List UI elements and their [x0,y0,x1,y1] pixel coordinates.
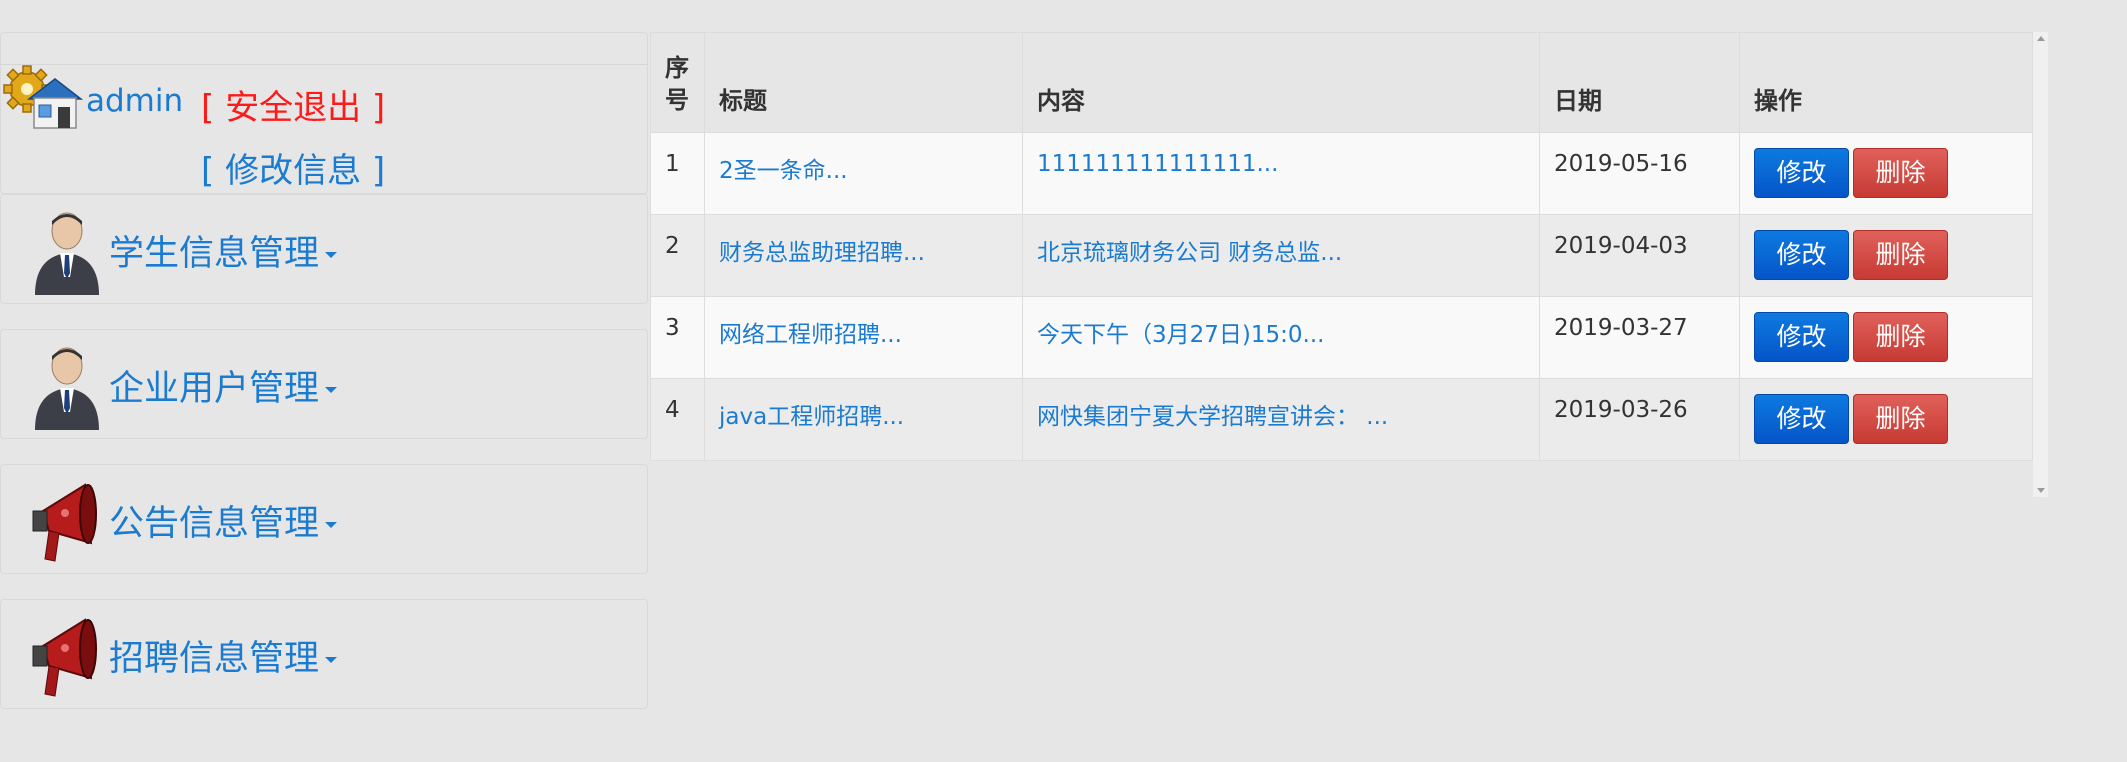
cell-title: 财务总监助理招聘... [704,214,1023,297]
cell-ops: 修改 删除 [1739,214,2033,297]
content-link[interactable]: 北京琉璃财务公司 财务总监... [1037,240,1342,266]
title-link[interactable]: java工程师招聘... [719,404,904,430]
table-header-row: 序号 标题 内容 日期 操作 [650,32,2033,133]
table-row: 4 java工程师招聘... 网快集团宁夏大学招聘宣讲会： ... 2019-0… [650,378,2033,461]
megaphone-icon [32,618,97,697]
content-link[interactable]: 网快集团宁夏大学招聘宣讲会： ... [1037,404,1388,430]
edit-info-link[interactable]: [ 修改信息 ] [201,143,385,192]
cell-content: 今天下午（3月27日)15:0... [1022,296,1540,379]
recruitment-table-container: 序号 标题 内容 日期 操作 1 2圣一条命... 11111111111111… [650,32,2033,461]
cell-seq: 1 [650,132,705,215]
delete-button[interactable]: 删除 [1853,230,1948,280]
sidebar: admin [ 安全退出 ] [ 修改信息 ] 学生信息管理 企业用户管理 公告… [0,32,648,709]
table-row: 3 网络工程师招聘... 今天下午（3月27日)15:0... 2019-03-… [650,296,2033,379]
column-header-ops: 操作 [1739,32,2033,133]
column-header-title: 标题 [704,32,1023,133]
megaphone-icon [32,483,97,562]
cell-seq: 3 [650,296,705,379]
caret-down-icon [325,387,338,393]
cell-title: 2圣一条命... [704,132,1023,215]
person-icon [35,347,99,430]
home-settings-icon [3,65,83,129]
cell-date: 2019-03-27 [1539,296,1740,379]
scroll-up-arrow-icon[interactable] [2037,36,2045,41]
vertical-scrollbar[interactable] [2033,32,2048,497]
content-link[interactable]: 111111111111111... [1037,151,1278,177]
cell-content: 网快集团宁夏大学招聘宣讲会： ... [1022,378,1540,461]
cell-seq: 2 [650,214,705,297]
cell-date: 2019-04-03 [1539,214,1740,297]
logout-link[interactable]: [ 安全退出 ] [201,80,385,129]
title-link[interactable]: 2圣一条命... [719,158,848,184]
sidebar-item-enterprise-users[interactable]: 企业用户管理 [0,329,648,439]
cell-date: 2019-03-26 [1539,378,1740,461]
cell-content: 北京琉璃财务公司 财务总监... [1022,214,1540,297]
cell-title: 网络工程师招聘... [704,296,1023,379]
scroll-down-arrow-icon[interactable] [2037,488,2045,493]
edit-button[interactable]: 修改 [1754,148,1849,198]
cell-ops: 修改 删除 [1739,132,2033,215]
divider [1,64,647,65]
cell-seq: 4 [650,378,705,461]
delete-button[interactable]: 删除 [1853,394,1948,444]
sidebar-item-announcement-management[interactable]: 公告信息管理 [0,464,648,574]
recruitment-table: 序号 标题 内容 日期 操作 1 2圣一条命... 11111111111111… [650,32,2033,461]
delete-button[interactable]: 删除 [1853,148,1948,198]
edit-button[interactable]: 修改 [1754,230,1849,280]
sidebar-item-label: 公告信息管理 [109,495,338,546]
cell-ops: 修改 删除 [1739,378,2033,461]
delete-button[interactable]: 删除 [1853,312,1948,362]
caret-down-icon [325,252,338,258]
content-link[interactable]: 今天下午（3月27日)15:0... [1037,322,1324,348]
cell-content: 111111111111111... [1022,132,1540,215]
edit-button[interactable]: 修改 [1754,394,1849,444]
sidebar-item-label: 招聘信息管理 [109,630,338,681]
cell-date: 2019-05-16 [1539,132,1740,215]
sidebar-item-label: 企业用户管理 [109,360,338,411]
table-row: 2 财务总监助理招聘... 北京琉璃财务公司 财务总监... 2019-04-0… [650,214,2033,297]
column-header-seq: 序号 [650,32,705,133]
title-link[interactable]: 财务总监助理招聘... [719,240,925,266]
sidebar-item-recruitment-management[interactable]: 招聘信息管理 [0,599,648,709]
caret-down-icon [325,657,338,663]
edit-button[interactable]: 修改 [1754,312,1849,362]
caret-down-icon [325,522,338,528]
cell-title: java工程师招聘... [704,378,1023,461]
title-link[interactable]: 网络工程师招聘... [719,322,902,348]
column-header-date: 日期 [1539,32,1740,133]
sidebar-item-label: 学生信息管理 [109,225,338,276]
user-panel: admin [ 安全退出 ] [ 修改信息 ] [0,32,648,194]
person-icon [35,212,99,295]
cell-ops: 修改 删除 [1739,296,2033,379]
sidebar-item-student-management[interactable]: 学生信息管理 [0,194,648,304]
column-header-content: 内容 [1022,32,1540,133]
admin-username: admin [86,83,184,119]
table-row: 1 2圣一条命... 111111111111111... 2019-05-16… [650,132,2033,215]
